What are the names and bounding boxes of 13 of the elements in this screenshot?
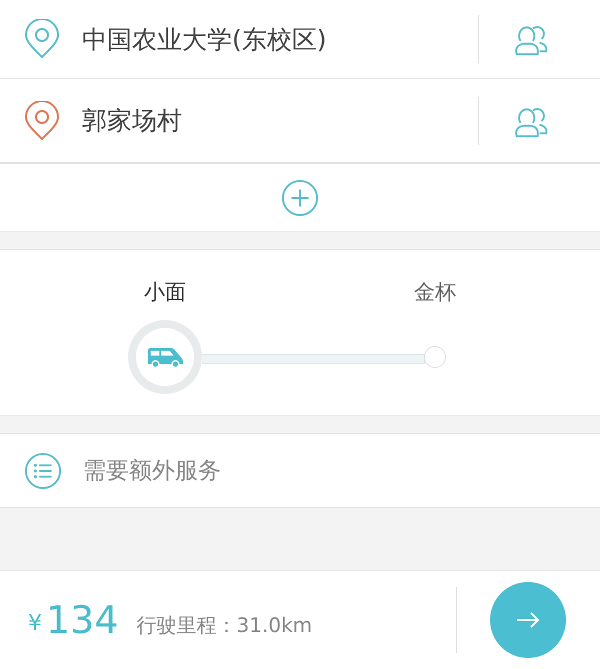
slider-end-dot [424,346,446,368]
arrow-right-icon [516,612,540,628]
vehicle-option[interactable]: 小面 [130,278,200,306]
van-icon [146,346,184,368]
distance-text: 行驶里程：31.0km [136,612,314,638]
list-icon[interactable] [24,452,62,490]
location-pin-icon [24,19,60,59]
vehicle-option[interactable]: 金杯 [400,278,470,306]
price: 134 [46,598,119,642]
add-icon[interactable] [281,178,319,216]
currency-symbol: ¥ [28,610,42,636]
extra-service-label[interactable]: 需要额外服务 [83,455,221,486]
location-pin-icon [24,100,60,140]
